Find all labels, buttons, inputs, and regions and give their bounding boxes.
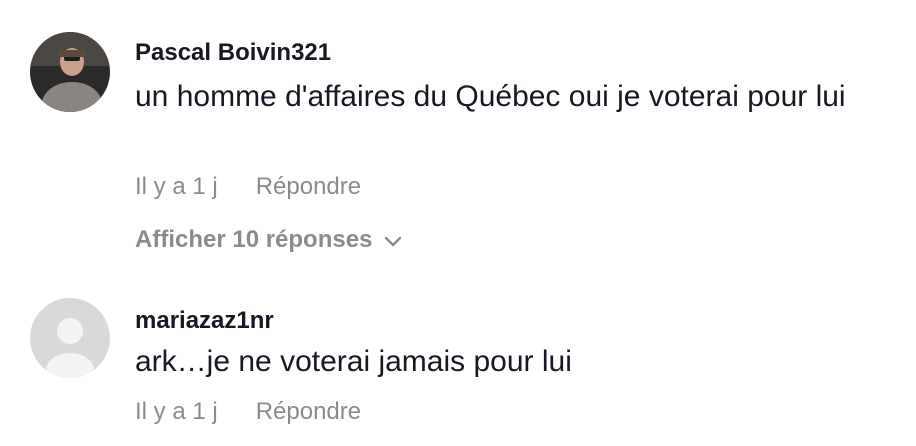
comment-username[interactable]: mariazaz1nr <box>135 307 274 335</box>
view-replies-label: Afficher 10 réponses <box>135 226 373 253</box>
comment-timestamp: Il y a 1 j <box>135 173 218 200</box>
comment-item: Pascal Boivin321 un homme d'affaires du … <box>0 0 916 270</box>
comment-username[interactable]: Pascal Boivin321 <box>135 39 331 67</box>
default-user-avatar-icon <box>30 298 110 378</box>
comment-meta: Il y a 1 j Répondre <box>135 173 361 201</box>
comment-meta: Il y a 1 j Répondre <box>135 398 361 426</box>
comment-timestamp: Il y a 1 j <box>135 398 218 425</box>
user-photo-avatar <box>30 32 110 112</box>
user-avatar[interactable] <box>30 32 110 112</box>
view-replies-button[interactable]: Afficher 10 réponses <box>135 226 402 255</box>
user-avatar[interactable] <box>30 298 110 378</box>
comment-text: ark…je ne voterai jamais pour lui <box>135 345 572 378</box>
comment-text: un homme d'affaires du Québec oui je vot… <box>135 80 846 113</box>
reply-button[interactable]: Répondre <box>256 173 361 200</box>
chevron-down-icon <box>384 227 402 255</box>
comment-item: mariazaz1nr ark…je ne voterai jamais pou… <box>0 270 916 446</box>
reply-button[interactable]: Répondre <box>256 398 361 425</box>
